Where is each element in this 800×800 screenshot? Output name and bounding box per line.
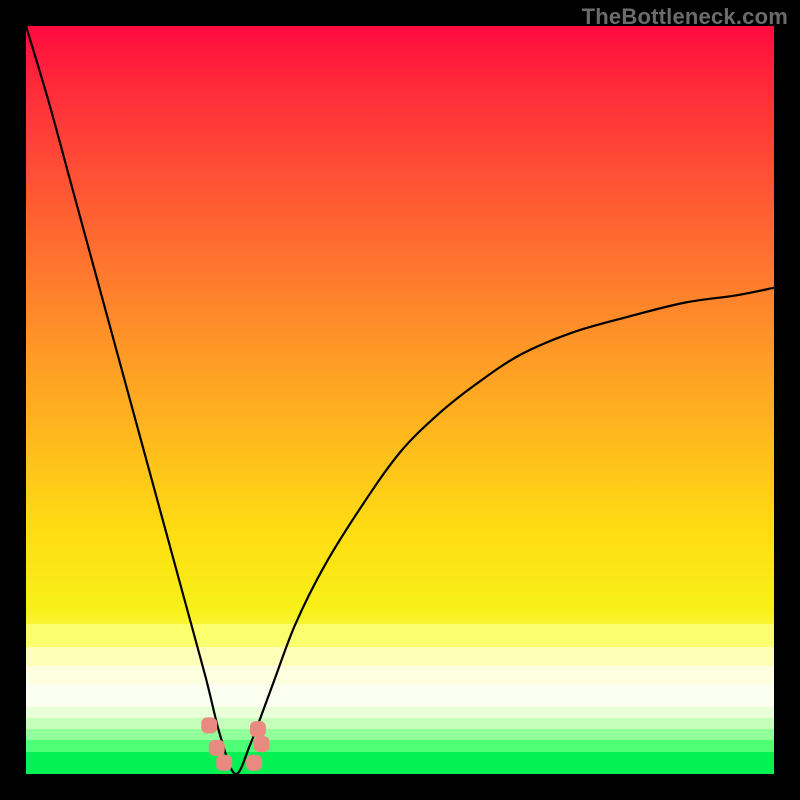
heat-band — [26, 718, 774, 729]
heat-band — [26, 740, 774, 751]
heat-band-green — [26, 752, 774, 774]
outer-frame: TheBottleneck.com — [0, 0, 800, 800]
heat-band — [26, 666, 774, 685]
heat-band — [26, 707, 774, 718]
heat-band — [26, 624, 774, 646]
plot-area — [26, 26, 774, 774]
heat-band — [26, 647, 774, 666]
heat-band — [26, 729, 774, 740]
heat-band — [26, 684, 774, 706]
